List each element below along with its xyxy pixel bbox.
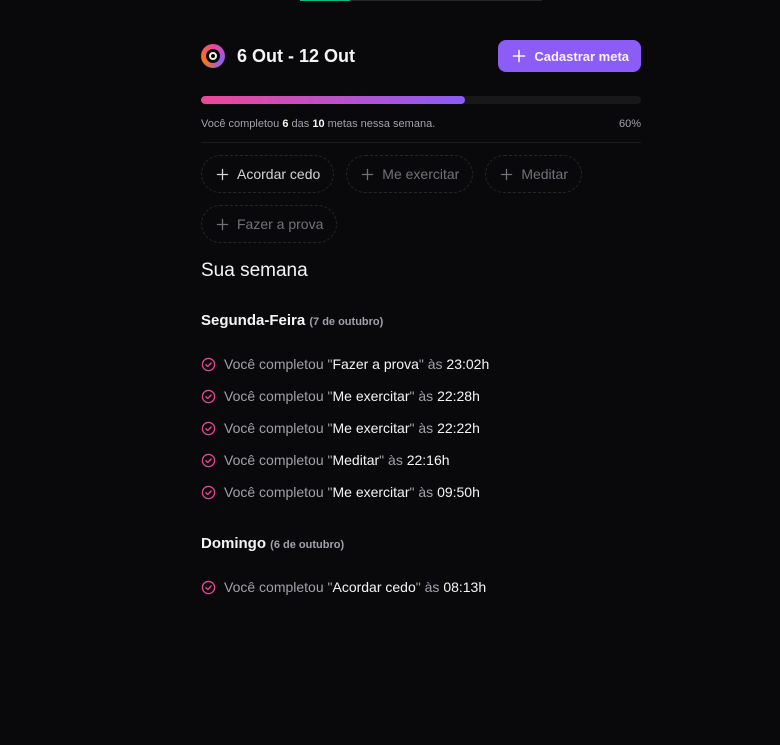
day-name: Domingo xyxy=(201,535,266,552)
pending-goal-chip[interactable]: Acordar cedo xyxy=(201,155,335,193)
progress-percent: 60% xyxy=(618,118,641,130)
app-logo-icon xyxy=(201,44,225,68)
entry-time: 08:13h xyxy=(443,579,487,595)
completed-entry-text: Você completou "Me exercitar" às 09:50h xyxy=(224,484,480,500)
progress-section: Você completou 6 das 10 metas nessa sema… xyxy=(201,96,641,130)
pending-goal-label: Acordar cedo xyxy=(237,166,321,182)
day-title: Segunda-Feira (7 de outubro) xyxy=(201,311,641,332)
completed-entry-text: Você completou "Me exercitar" às 22:28h xyxy=(224,388,480,404)
completed-entry: Você completou "Meditar" às 22:16h xyxy=(201,444,641,476)
entry-goal: Me exercitar xyxy=(332,388,410,404)
top-tab-indicator-active xyxy=(300,0,350,1)
create-goal-button[interactable]: Cadastrar meta xyxy=(498,40,641,72)
week-heading: Sua semana xyxy=(201,260,308,281)
completed-entry-text: Você completou "Fazer a prova" às 23:02h xyxy=(224,356,489,372)
week-range-title: 6 Out - 12 Out xyxy=(237,45,356,66)
entry-time: 09:50h xyxy=(437,484,480,500)
pending-goal-chip[interactable]: Fazer a prova xyxy=(201,205,338,243)
pending-goal-chip[interactable]: Me exercitar xyxy=(346,155,474,193)
check-circle-icon xyxy=(201,389,216,403)
check-circle-icon xyxy=(201,580,216,594)
progress-bar xyxy=(201,96,641,104)
create-goal-button-label: Cadastrar meta xyxy=(534,48,629,64)
entry-time: 23:02h xyxy=(446,356,490,372)
entry-prefix: Você completou " xyxy=(224,356,333,372)
completed-entry-text: Você completou "Acordar cedo" às 08:13h xyxy=(224,579,486,595)
day-title: Domingo (6 de outubro) xyxy=(201,534,641,555)
check-circle-icon xyxy=(201,421,216,435)
day-date: (7 de outubro) xyxy=(309,316,384,328)
plus-icon xyxy=(216,218,229,230)
entry-prefix: Você completou " xyxy=(224,579,333,595)
entry-goal: Acordar cedo xyxy=(332,579,416,595)
entry-time: 22:22h xyxy=(437,420,480,436)
day-section: Segunda-Feira (7 de outubro) Você complet… xyxy=(201,311,641,508)
completed-list: Você completou "Fazer a prova" às 23:02h… xyxy=(201,348,641,508)
entry-prefix: Você completou " xyxy=(224,420,333,436)
pending-goal-chip[interactable]: Meditar xyxy=(485,155,582,193)
entry-mid: " às xyxy=(418,356,447,372)
entry-time: 22:16h xyxy=(406,452,450,468)
completed-entry-text: Você completou "Meditar" às 22:16h xyxy=(224,452,450,468)
entry-mid: " às xyxy=(409,420,438,436)
progress-info: Você completou 6 das 10 metas nessa sema… xyxy=(201,118,641,130)
entry-goal: Meditar xyxy=(332,452,380,468)
plus-icon xyxy=(513,49,526,63)
day-date: (6 de outubro) xyxy=(270,539,345,551)
separator xyxy=(201,142,641,143)
pending-goal-label: Me exercitar xyxy=(382,166,460,182)
pending-goal-label: Fazer a prova xyxy=(237,216,324,232)
day-section: Domingo (6 de outubro) Você completou "Ac… xyxy=(201,534,641,603)
completed-entry: Você completou "Me exercitar" às 22:28h xyxy=(201,380,641,412)
progress-summary-prefix: Você completou xyxy=(201,118,283,130)
entry-prefix: Você completou " xyxy=(224,388,333,404)
entry-mid: " às xyxy=(379,452,407,468)
check-circle-icon xyxy=(201,453,216,467)
plus-icon xyxy=(362,168,374,180)
check-circle-icon xyxy=(201,357,216,371)
completed-entry: Você completou "Fazer a prova" às 23:02h xyxy=(201,348,641,380)
entry-goal: Fazer a prova xyxy=(332,356,419,372)
day-name: Segunda-Feira xyxy=(201,312,306,329)
entry-prefix: Você completou " xyxy=(224,452,333,468)
week-days: Segunda-Feira (7 de outubro) Você complet… xyxy=(201,311,641,603)
header-left: 6 Out - 12 Out xyxy=(201,44,355,68)
entry-goal: Me exercitar xyxy=(332,484,410,500)
plus-icon xyxy=(216,168,229,180)
entry-prefix: Você completou " xyxy=(224,484,333,500)
entry-mid: " às xyxy=(409,388,438,404)
completed-entry: Você completou "Me exercitar" às 09:50h xyxy=(201,476,641,508)
pending-goals-list: Acordar cedo Me exercitar Meditar Fazer a p… xyxy=(201,155,641,243)
progress-summary-suffix: metas nessa semana. xyxy=(324,118,436,130)
progress-bar-fill xyxy=(201,96,465,104)
completed-entry-text: Você completou "Me exercitar" às 22:22h xyxy=(224,420,480,436)
total-count: 10 xyxy=(312,118,325,130)
plus-icon xyxy=(501,168,513,180)
entry-goal: Me exercitar xyxy=(332,420,410,436)
summary-header: 6 Out - 12 Out Cadastrar meta xyxy=(201,40,641,72)
check-circle-icon xyxy=(201,485,216,499)
progress-summary: Você completou 6 das 10 metas nessa sema… xyxy=(201,118,435,130)
pending-goal-label: Meditar xyxy=(521,166,568,182)
completed-entry: Você completou "Me exercitar" às 22:22h xyxy=(201,412,641,444)
summary-panel: 6 Out - 12 Out Cadastrar meta Você compl… xyxy=(201,40,641,603)
progress-summary-middle: das xyxy=(288,118,313,130)
completed-entry: Você completou "Acordar cedo" às 08:13h xyxy=(201,571,641,603)
completed-list: Você completou "Acordar cedo" às 08:13h xyxy=(201,571,641,603)
top-tab-indicator xyxy=(300,0,542,1)
entry-time: 22:28h xyxy=(437,388,480,404)
entry-mid: " às xyxy=(415,579,444,595)
entry-mid: " às xyxy=(409,484,438,500)
